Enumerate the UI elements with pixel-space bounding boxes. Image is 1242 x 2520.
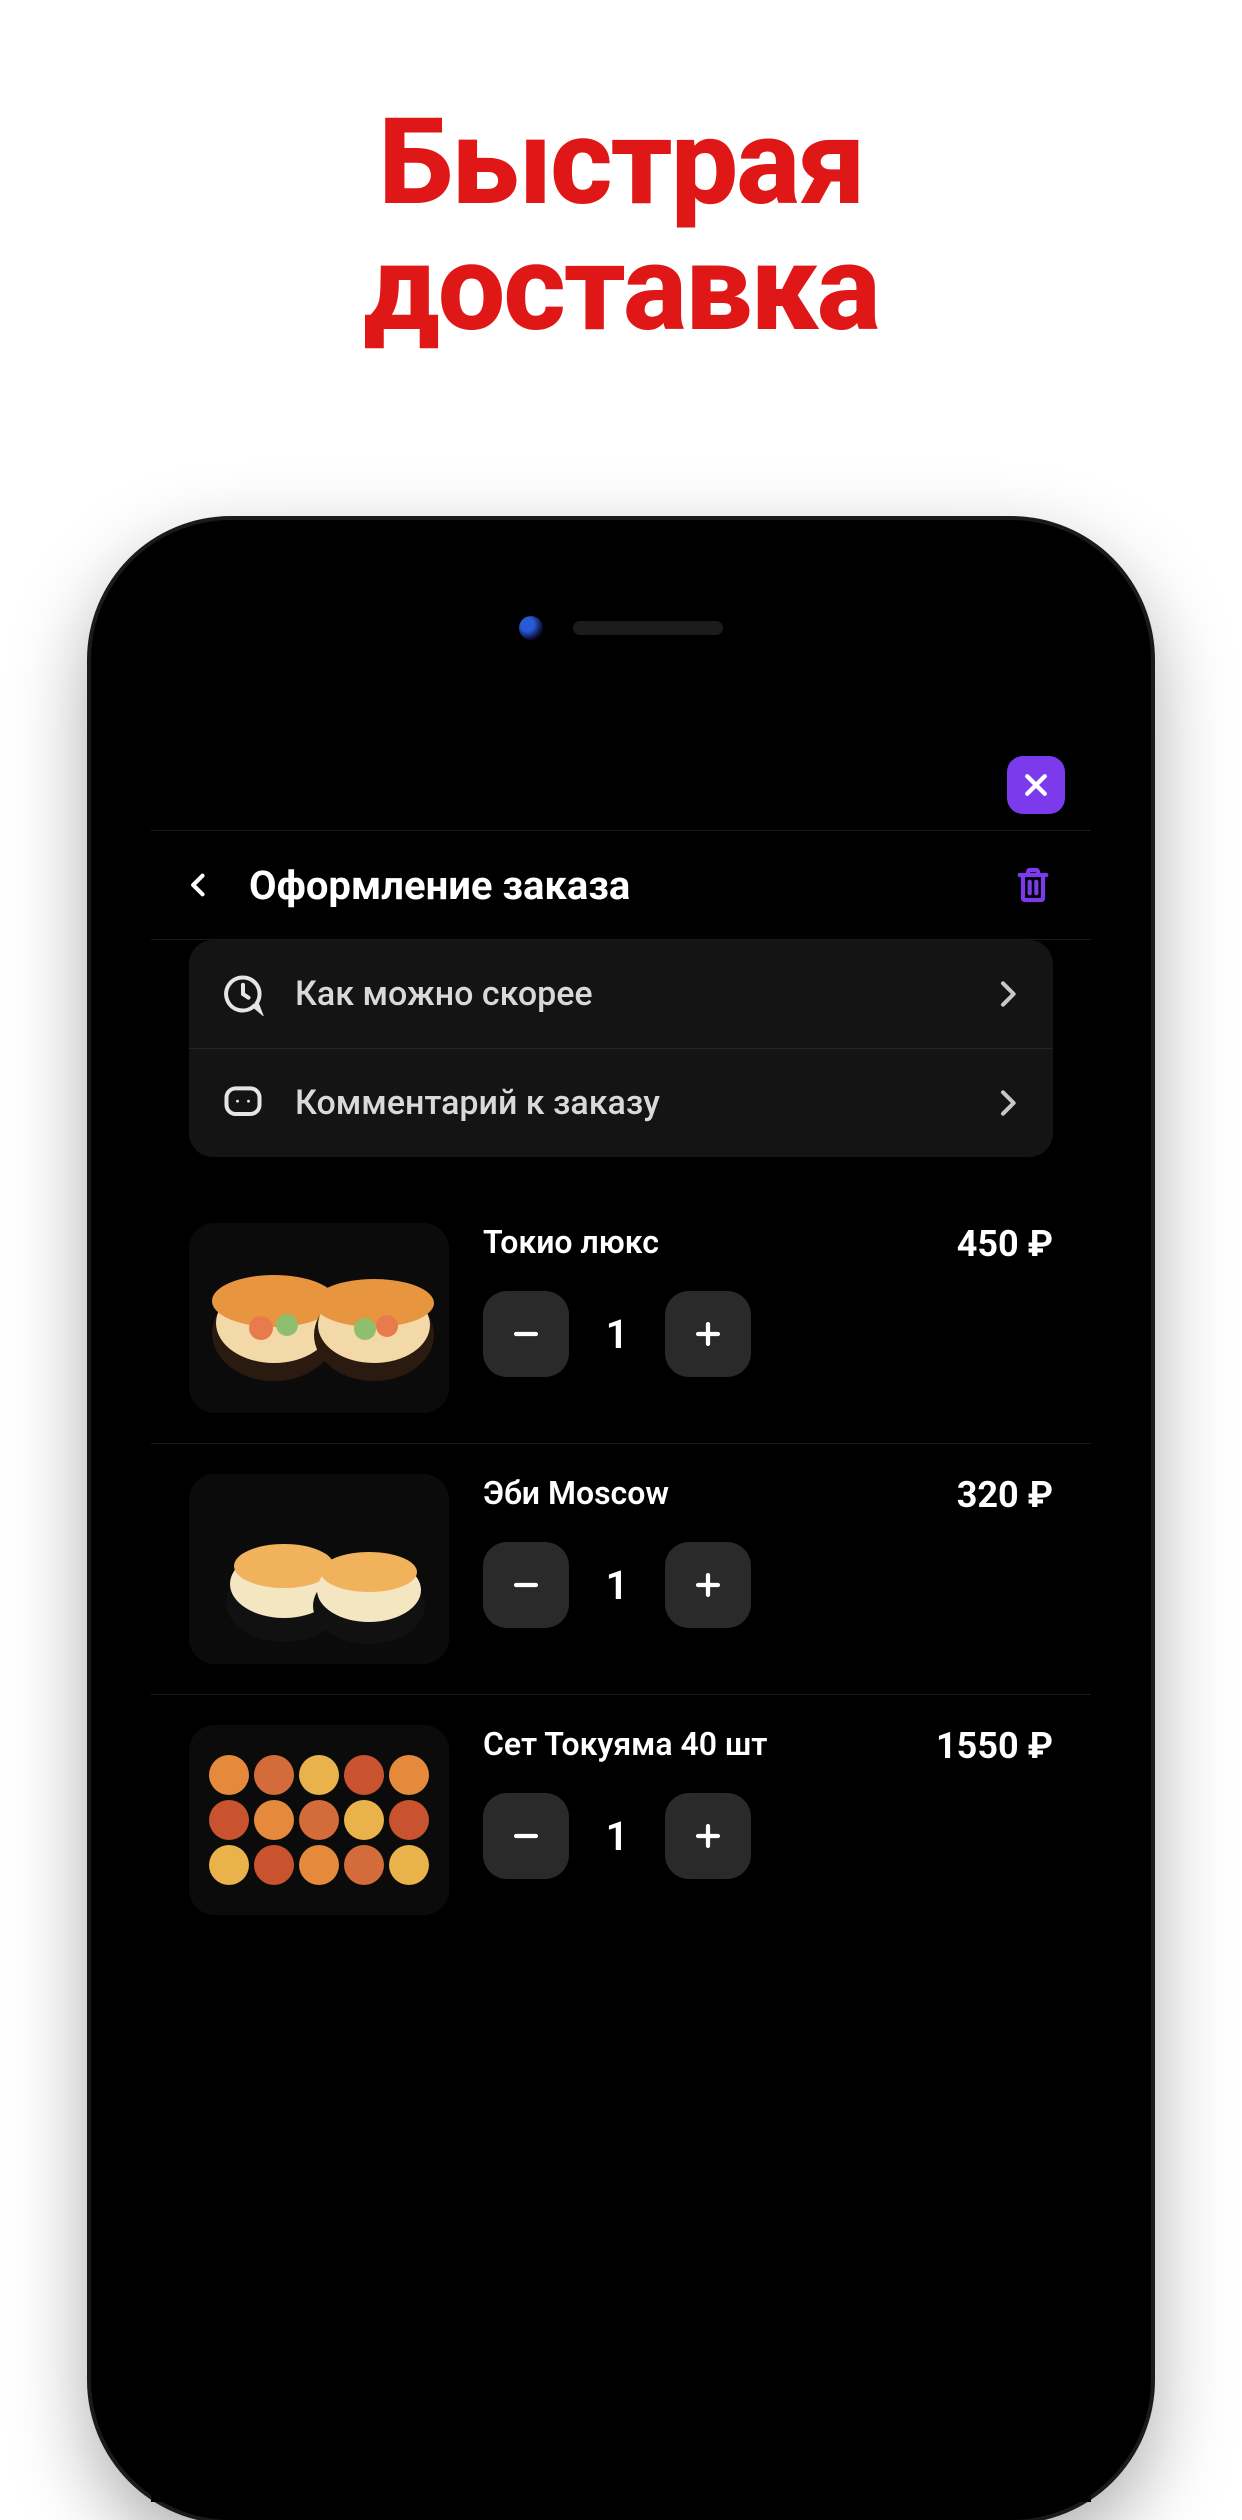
- headline-line-2: доставка: [0, 226, 1242, 352]
- minus-icon: [509, 1317, 543, 1351]
- quantity-stepper: 1: [483, 1542, 1053, 1628]
- page-title: Оформление заказа: [249, 862, 983, 909]
- close-icon: [1021, 770, 1051, 800]
- plus-icon: [691, 1568, 725, 1602]
- clock-chat-icon: [219, 970, 267, 1018]
- product-thumbnail: [189, 1725, 449, 1915]
- cart-item: Эби Moscow 320 ₽ 1: [151, 1444, 1091, 1695]
- cart-item: Сет Токуяма 40 шт 1550 ₽ 1: [151, 1695, 1091, 1945]
- qty-value: 1: [597, 1562, 637, 1609]
- delivery-time-row[interactable]: Как можно скорее: [189, 940, 1053, 1048]
- phone-notch: [519, 616, 723, 640]
- checkout-header: Оформление заказа: [151, 830, 1091, 940]
- product-thumbnail: [189, 1223, 449, 1413]
- product-thumbnail: [189, 1474, 449, 1664]
- app-screen: Оформление заказа Как можно: [151, 738, 1091, 2502]
- chevron-right-icon: [991, 1087, 1023, 1119]
- qty-decrease-button[interactable]: [483, 1542, 569, 1628]
- delivery-time-label: Как можно скорее: [295, 974, 963, 1014]
- qty-decrease-button[interactable]: [483, 1291, 569, 1377]
- clear-cart-button[interactable]: [1005, 857, 1061, 913]
- topbar: [151, 738, 1091, 830]
- minus-icon: [509, 1819, 543, 1853]
- quantity-stepper: 1: [483, 1291, 1053, 1377]
- minus-icon: [509, 1568, 543, 1602]
- plus-icon: [691, 1317, 725, 1351]
- plus-icon: [691, 1819, 725, 1853]
- back-button[interactable]: [171, 857, 227, 913]
- product-price: 1550 ₽: [936, 1725, 1053, 1767]
- headline-line-1: Быстрая: [0, 100, 1242, 226]
- front-camera: [519, 616, 543, 640]
- order-options-card: Как можно скорее Комментарий к заказу: [189, 940, 1053, 1157]
- product-name: Токио люкс: [483, 1223, 659, 1261]
- product-name: Эби Moscow: [483, 1474, 669, 1512]
- order-comment-label: Комментарий к заказу: [295, 1083, 963, 1123]
- chevron-left-icon: [185, 871, 213, 899]
- qty-value: 1: [597, 1311, 637, 1358]
- qty-value: 1: [597, 1813, 637, 1860]
- qty-increase-button[interactable]: [665, 1542, 751, 1628]
- phone-frame: Оформление заказа Как можно: [91, 520, 1151, 2520]
- order-comment-row[interactable]: Комментарий к заказу: [189, 1048, 1053, 1157]
- earpiece-speaker: [573, 621, 723, 635]
- qty-decrease-button[interactable]: [483, 1793, 569, 1879]
- cart-item: Токио люкс 450 ₽ 1: [151, 1193, 1091, 1444]
- qty-increase-button[interactable]: [665, 1291, 751, 1377]
- cart-list: Токио люкс 450 ₽ 1: [151, 1193, 1091, 1945]
- qty-increase-button[interactable]: [665, 1793, 751, 1879]
- quantity-stepper: 1: [483, 1793, 1053, 1879]
- marketing-headline: Быстрая доставка: [0, 100, 1242, 352]
- phone-bezel: Оформление заказа Как можно: [109, 538, 1133, 2502]
- comment-icon: [219, 1079, 267, 1127]
- trash-icon: [1013, 865, 1053, 905]
- product-price: 450 ₽: [957, 1223, 1053, 1265]
- product-price: 320 ₽: [957, 1474, 1053, 1516]
- chevron-right-icon: [991, 978, 1023, 1010]
- close-button[interactable]: [1007, 756, 1065, 814]
- product-name: Сет Токуяма 40 шт: [483, 1725, 767, 1763]
